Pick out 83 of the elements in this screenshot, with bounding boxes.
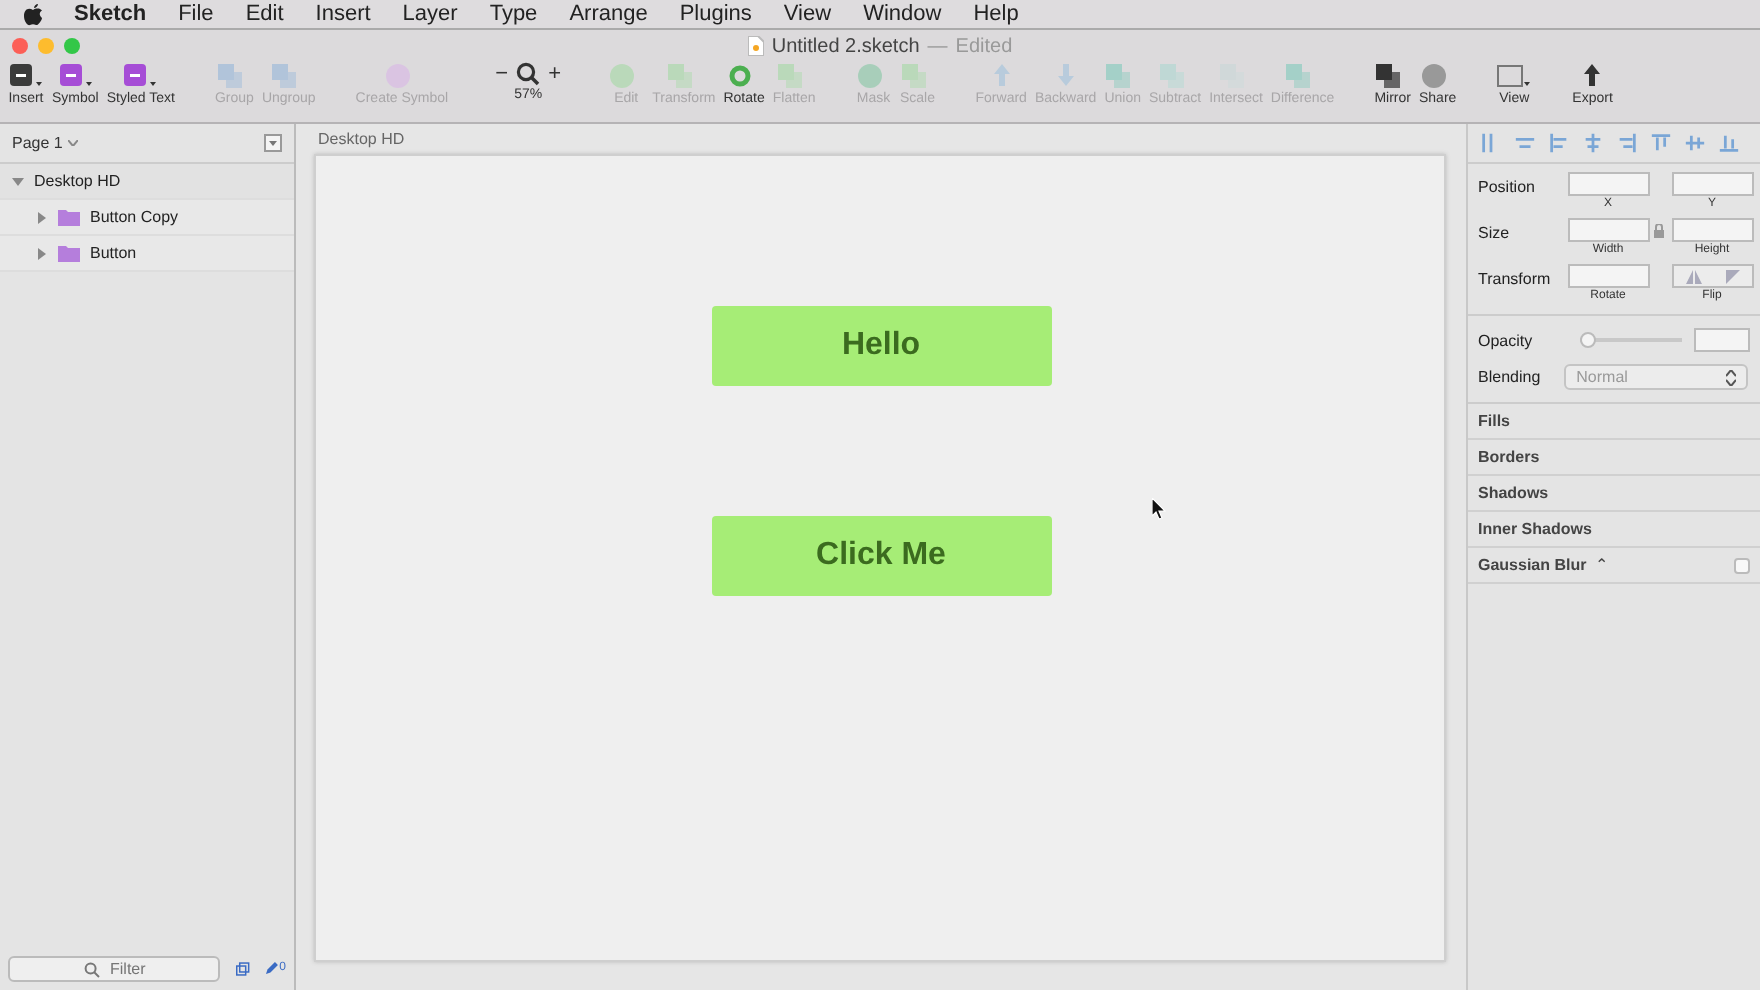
filter-field[interactable]: Filter [8,955,220,981]
align-icon[interactable] [1514,132,1536,154]
x-field[interactable] [1567,172,1649,196]
app-menu[interactable]: Sketch [74,2,147,26]
section-header[interactable]: Inner Shadows [1468,512,1760,548]
flip-horizontal-icon[interactable] [1685,269,1701,283]
backward-icon [1057,64,1074,86]
flip-control[interactable] [1671,264,1753,288]
position-label: Position [1478,176,1537,196]
collapse-panel-icon[interactable] [264,134,282,152]
menu-item[interactable]: Layer [402,2,458,26]
y-field[interactable] [1671,172,1753,196]
collapsed-triangle-icon[interactable] [36,247,48,259]
symbols-filter-icon[interactable] [236,959,250,977]
flip-vertical-icon[interactable] [1725,269,1739,283]
section-title: Borders [1478,448,1540,466]
section-header[interactable]: Shadows [1468,476,1760,512]
expanded-triangle-icon[interactable] [12,175,24,187]
apple-logo-icon[interactable] [24,3,42,25]
section-title: Fills [1478,412,1511,430]
folder-icon [58,208,80,226]
width-field[interactable] [1567,218,1649,242]
menu-item[interactable]: Insert [315,2,371,26]
align-icon[interactable] [1616,132,1638,154]
slider-thumb[interactable] [1580,332,1597,348]
menu-item[interactable]: Help [973,2,1019,26]
section-header[interactable]: Fills [1468,404,1760,440]
edited-status: Edited [955,35,1013,57]
rotate-field[interactable] [1567,264,1649,288]
zoom-in-button[interactable]: + [548,62,562,86]
menu-item[interactable]: Type [489,2,538,26]
close-icon[interactable] [12,38,28,54]
align-icon[interactable] [1684,132,1706,154]
height-field[interactable] [1671,218,1753,242]
button-layer: Click Me [711,516,1051,596]
menu-item[interactable]: Plugins [679,2,752,26]
layer-name: Button Copy [90,208,179,226]
checkbox[interactable] [1734,557,1750,573]
document-icon [747,36,764,56]
blending-label: Blending [1478,368,1541,386]
layer-row[interactable]: Button Copy [0,200,294,236]
opacity-label: Opacity [1478,331,1535,349]
zoom-out-button[interactable]: − [495,62,509,86]
menu-item[interactable]: View [783,2,832,26]
layer-name: Desktop HD [34,172,121,190]
pencil-icon[interactable] [265,960,278,976]
cursor-icon [1152,498,1166,520]
export-icon [1584,64,1601,86]
zoom-icon[interactable] [64,38,80,54]
artboard-title[interactable]: Desktop HD [314,128,409,154]
size-label: Size [1478,222,1512,242]
view-icon [1496,62,1533,90]
align-icon[interactable] [1582,132,1604,154]
transform-label: Transform [1478,268,1553,288]
align-icon[interactable] [1718,132,1740,154]
layer-row[interactable]: Button [0,236,294,272]
opacity-field[interactable] [1694,328,1750,352]
section-title: Inner Shadows [1478,520,1592,538]
menu-item[interactable]: Arrange [569,2,648,26]
opacity-slider[interactable] [1580,332,1682,348]
forward-icon [993,64,1010,86]
stepper-arrows[interactable]: ⌃ [1594,556,1609,574]
menu-item[interactable]: File [178,2,214,26]
button-layer: Hello [711,306,1051,386]
collapsed-triangle-icon[interactable] [36,211,48,223]
section-title: Shadows [1478,484,1549,502]
minimize-icon[interactable] [38,38,54,54]
window-title: Untitled 2.sketch [771,35,920,57]
align-icon[interactable] [1548,132,1570,154]
section-header[interactable]: Borders [1468,440,1760,476]
search-icon [516,62,541,86]
folder-icon [58,244,80,262]
menu-item[interactable]: Window [863,2,942,26]
section-title: Gaussian Blur [1478,556,1587,574]
align-icon[interactable] [1650,132,1672,154]
page-selector[interactable]: Page 1 [12,134,63,152]
title-separator: — [927,35,948,57]
layer-name: Button [90,244,137,262]
chevron-down-icon[interactable] [68,140,79,146]
lock-icon[interactable] [1654,224,1664,238]
up-down-arrows-icon [1726,369,1737,385]
section-header[interactable]: Gaussian Blur ⌃ [1468,548,1760,584]
menu-item[interactable]: Edit [245,2,284,26]
